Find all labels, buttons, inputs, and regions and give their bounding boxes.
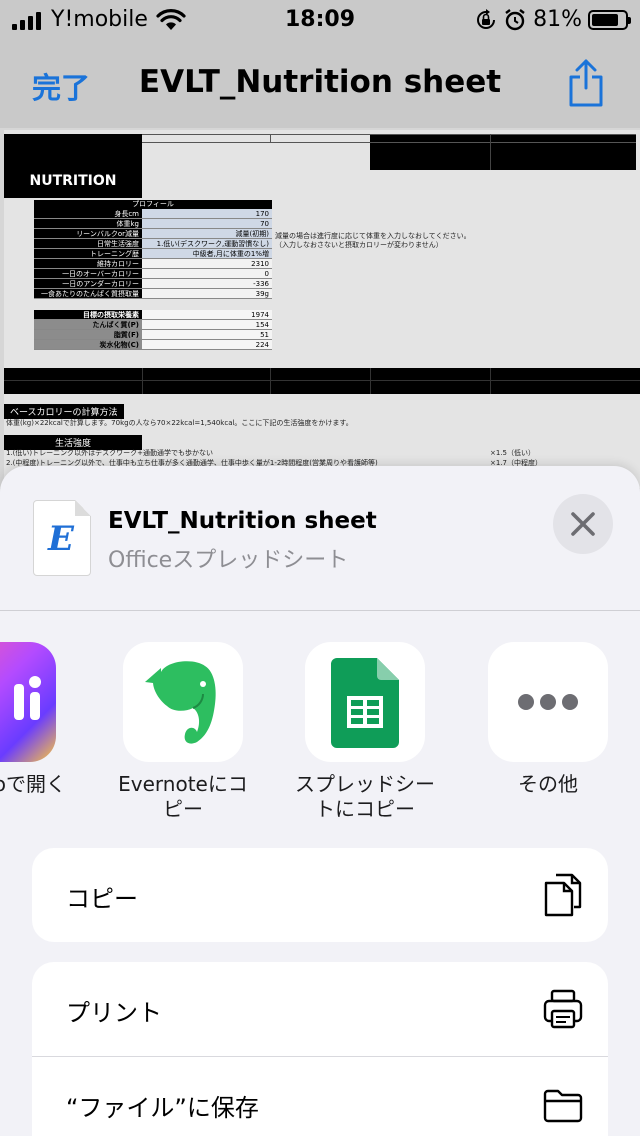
document-letter: E bbox=[48, 519, 74, 559]
save-to-files-action[interactable]: “ファイル”に保存 bbox=[32, 1056, 608, 1136]
table-row: 維持カロリー 2310 bbox=[34, 259, 272, 269]
status-bar: Y!mobile 18:09 81% bbox=[0, 0, 640, 40]
action-label: “ファイル”に保存 bbox=[66, 1094, 259, 1122]
file-type: Officeスプレッドシート bbox=[108, 548, 349, 573]
action-group-copy: コピー bbox=[32, 848, 608, 942]
print-action[interactable]: プリント bbox=[32, 962, 608, 1056]
life-intensity-factor-1: ×1.5（低い） bbox=[490, 449, 535, 457]
close-button[interactable] bbox=[553, 494, 613, 554]
share-icon[interactable] bbox=[566, 58, 606, 108]
profile-note: 減量の場合は進行度に応じて体重を入力しなおしてください。 （入力しなおさないと摂… bbox=[275, 232, 471, 249]
base-calorie-text: 体重(kg)×22kcalで計算します。70kgの人なら70×22kcal=1,… bbox=[6, 419, 353, 427]
sheet-title: NUTRITION bbox=[4, 172, 142, 190]
print-icon bbox=[543, 989, 583, 1029]
sheet-header-block-right bbox=[370, 134, 636, 170]
base-calorie-heading: ベースカロリーの計算方法 bbox=[4, 404, 124, 419]
table-row: 体重kg 70 bbox=[34, 219, 272, 229]
file-name: EVLT_Nutrition sheet bbox=[108, 508, 377, 534]
copy-icon bbox=[544, 873, 582, 917]
app-label: スプレッドシートにコピー bbox=[295, 772, 435, 821]
table-row: リーンバルクor減量 減量(初期) bbox=[34, 229, 272, 239]
divider bbox=[0, 610, 640, 611]
app-label: その他 bbox=[518, 772, 578, 796]
action-label: コピー bbox=[66, 885, 138, 913]
app-icon-partial bbox=[0, 642, 56, 762]
evernote-icon bbox=[123, 642, 243, 762]
table-row: 目標の摂取栄養素 1974 bbox=[34, 310, 272, 320]
app-label: Evernoteにコピー bbox=[118, 772, 248, 821]
folder-icon bbox=[543, 1089, 583, 1123]
document-file-icon: E bbox=[33, 500, 91, 576]
action-label: プリント bbox=[66, 999, 162, 1027]
table-row: トレーニング歴 中級者,月に体重の1%増 bbox=[34, 249, 272, 259]
table-row: 一日のアンダーカロリー -336 bbox=[34, 279, 272, 289]
profile-header: プロフィール bbox=[34, 200, 272, 209]
copy-action[interactable]: コピー bbox=[32, 848, 608, 942]
app-row: oで開く Evernoteにコピー スプレッドシートにコピー その他 bbox=[0, 642, 640, 832]
battery-icon bbox=[588, 10, 631, 30]
more-icon bbox=[488, 642, 608, 762]
alarm-icon bbox=[505, 9, 525, 31]
table-row: 身長cm 170 bbox=[34, 209, 272, 219]
sheet-black-band bbox=[4, 368, 640, 394]
spreadsheet-preview: NUTRITION プロフィール 身長cm 170 体重kg 70 リーンバルクor… bbox=[0, 128, 640, 488]
action-group-print-save: プリント “ファイル”に保存 bbox=[32, 962, 608, 1136]
table-row: 一日のオーバーカロリー 0 bbox=[34, 269, 272, 279]
battery-percentage: 81% bbox=[533, 7, 582, 32]
close-icon bbox=[571, 512, 595, 536]
table-row: 脂質(F) 51 bbox=[34, 330, 272, 340]
goal-table: 目標の摂取栄養素 1974 たんぱく質(P) 154 脂質(F) 51 炭水化物(C)… bbox=[34, 310, 272, 350]
table-row: 一食あたりのたんぱく質摂取量 39g bbox=[34, 289, 272, 299]
table-row: たんぱく質(P) 154 bbox=[34, 320, 272, 330]
status-right: 81% bbox=[475, 6, 631, 34]
orientation-lock-icon bbox=[477, 9, 496, 29]
battery-fill bbox=[592, 14, 618, 26]
google-sheets-icon bbox=[305, 642, 425, 762]
navigation-bar: 完了 EVLT_Nutrition sheet bbox=[0, 40, 640, 128]
life-intensity-line-1: 1.(低い)トレーニング以外はデスクワーク+通勤通学でも歩かない bbox=[6, 449, 214, 457]
profile-table: プロフィール 身長cm 170 体重kg 70 リーンバルクor減量 減量(初期) 日… bbox=[34, 200, 272, 299]
share-sheet: E EVLT_Nutrition sheet Officeスプレッドシート oで… bbox=[0, 466, 640, 1136]
app-label: oで開く bbox=[0, 772, 66, 796]
table-row: 日常生活強度 1.低い(デスクワーク,運動習慣なし) bbox=[34, 239, 272, 249]
document-title: EVLT_Nutrition sheet bbox=[138, 64, 502, 100]
table-row: 炭水化物(C) 224 bbox=[34, 340, 272, 350]
